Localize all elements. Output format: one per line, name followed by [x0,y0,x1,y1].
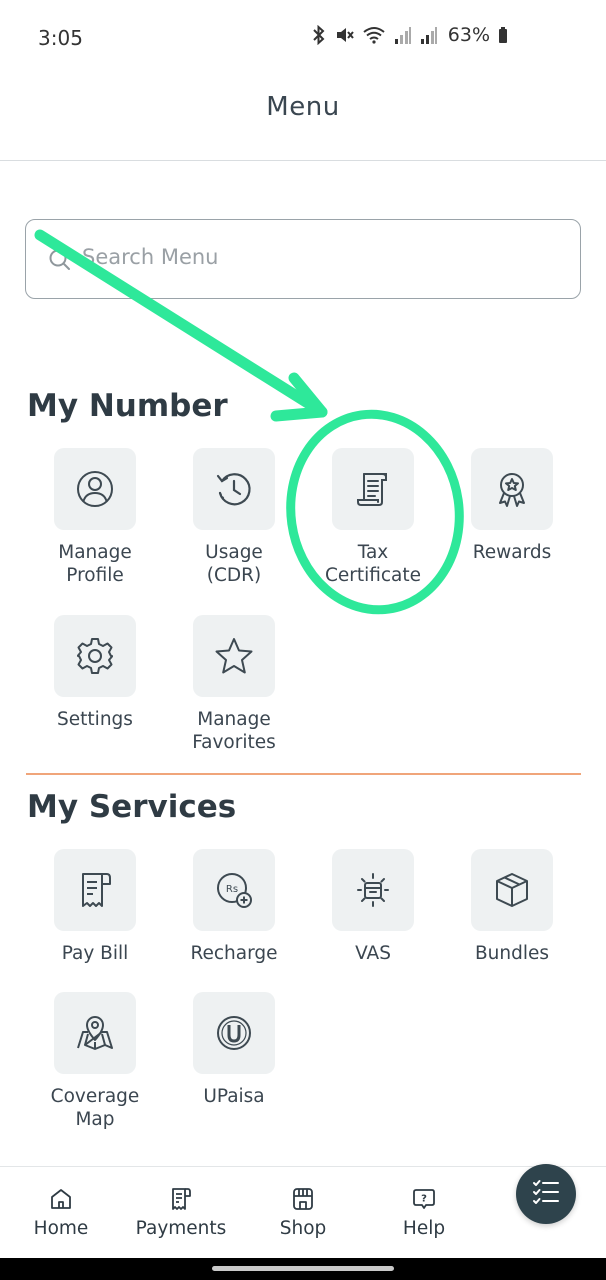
tile [54,849,136,931]
search-placeholder: Search Menu [82,245,219,269]
gesture-pill[interactable] [212,1266,394,1271]
menu-item-label: Tax Certificate [324,542,422,586]
section-title-my-services: My Services [27,789,237,825]
status-bar: 3:05 63% [0,0,606,76]
vas-icon [353,870,393,910]
svg-text:Rs: Rs [226,884,238,895]
bottom-nav: Home Payments Shop ? Help [0,1166,606,1258]
bill-receipt-icon [75,870,115,910]
bluetooth-icon [312,25,326,45]
nav-item-home[interactable]: Home [1,1167,121,1259]
status-icons: 63% [312,24,508,46]
nav-label: Help [402,1218,446,1239]
home-icon [49,1187,73,1211]
tile [332,849,414,931]
tile [332,448,414,530]
search-input[interactable]: Search Menu [25,219,581,299]
award-badge-icon [494,470,530,508]
svg-text:?: ? [421,1194,427,1205]
help-icon: ? [412,1187,436,1211]
box-icon [492,870,532,910]
menu-item-label: Manage Profile [58,542,132,586]
page-title: Menu [266,92,340,122]
tile [193,448,275,530]
menu-item-label: Rewards [472,542,552,563]
menu-item-manage-favorites[interactable]: Manage Favorites [164,615,304,754]
menu-item-label: VAS [355,943,391,964]
star-icon [213,635,255,677]
battery-icon [498,25,508,45]
signal-icon [394,25,412,45]
tile [54,615,136,697]
nav-label: Payments [135,1218,227,1239]
scroll-document-icon [353,469,393,509]
menu-item-usage-cdr[interactable]: Usage (CDR) [164,448,304,587]
tile [193,615,275,697]
menu-item-manage-profile[interactable]: Manage Profile [25,448,165,587]
menu-item-label: Pay Bill [61,943,129,964]
tile [54,992,136,1074]
mute-icon [334,25,354,45]
signal-icon [420,25,438,45]
map-pin-icon [74,1012,116,1054]
nav-label: Shop [279,1218,327,1239]
menu-item-label: Bundles [474,943,550,964]
nav-item-payments[interactable]: Payments [121,1167,241,1259]
menu-item-bundles[interactable]: Bundles [442,849,582,965]
menu-fab-button[interactable] [516,1164,576,1224]
tile [193,992,275,1074]
payments-icon [169,1187,193,1211]
app-header: Menu [0,76,606,161]
tile [54,448,136,530]
search-icon [48,248,72,276]
section-title-my-number: My Number [27,388,228,424]
menu-item-label: Manage Favorites [192,709,276,753]
menu-item-vas[interactable]: VAS [303,849,443,965]
nav-item-help[interactable]: ? Help [364,1167,484,1259]
rupee-plus-icon: Rs [213,869,255,911]
checklist-icon [531,1177,561,1211]
menu-item-label: Recharge [190,943,278,964]
menu-item-label: UPaisa [203,1086,265,1107]
section-divider [26,773,581,775]
tile: Rs [193,849,275,931]
gesture-bar [0,1258,606,1280]
menu-item-label: Settings [57,709,133,730]
wifi-icon [362,25,386,45]
user-circle-icon [75,469,115,509]
history-clock-icon [214,469,254,509]
nav-label: Home [33,1218,89,1239]
menu-item-coverage-map[interactable]: Coverage Map [25,992,165,1131]
gear-icon [74,635,116,677]
nav-item-shop[interactable]: Shop [243,1167,363,1259]
menu-item-recharge[interactable]: Rs Recharge [164,849,304,965]
menu-item-pay-bill[interactable]: Pay Bill [25,849,165,965]
menu-item-settings[interactable]: Settings [25,615,165,731]
menu-item-rewards[interactable]: Rewards [442,448,582,564]
upaisa-icon [214,1013,254,1053]
menu-item-label: Coverage Map [50,1086,140,1130]
menu-item-label: Usage (CDR) [205,542,263,586]
tile [471,448,553,530]
menu-item-upaisa[interactable]: UPaisa [164,992,304,1108]
tile [471,849,553,931]
shop-icon [291,1187,315,1211]
battery-level: 63% [447,24,490,46]
status-time: 3:05 [38,26,83,50]
menu-item-tax-certificate[interactable]: Tax Certificate [303,448,443,587]
